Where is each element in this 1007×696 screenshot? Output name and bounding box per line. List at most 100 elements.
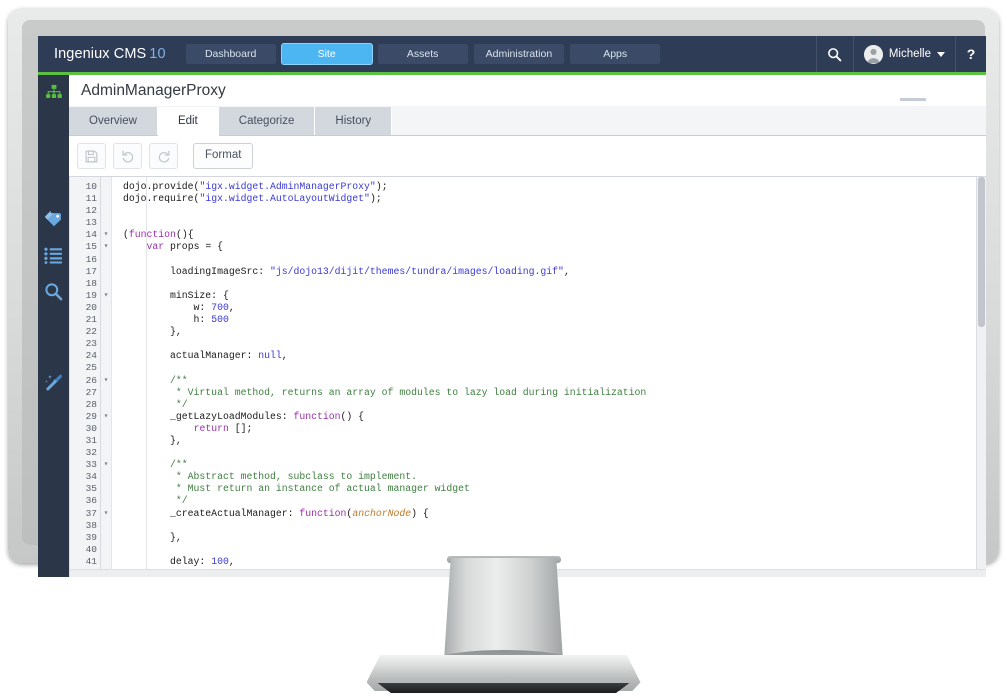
sidebar-item-list[interactable] — [38, 237, 69, 273]
tab-overview[interactable]: Overview — [69, 107, 158, 135]
code-line: dojo.provide("igx.widget.AdminManagerPro… — [123, 181, 986, 193]
code-token: minSize: { — [123, 289, 229, 301]
code-fold-gutter[interactable]: ▾ ▾ ▾ ▾ ▾ ▾ ▾ — [101, 177, 112, 577]
code-token: ); — [369, 193, 382, 205]
tab-edit[interactable]: Edit — [157, 107, 219, 136]
code-line: return []; — [123, 423, 986, 435]
line-number: 10 — [85, 181, 97, 192]
nav-tab-administration[interactable]: Administration — [473, 44, 565, 64]
nav-tab-dashboard[interactable]: Dashboard — [185, 44, 276, 64]
code-token: , — [281, 350, 288, 362]
code-token: delay: — [123, 555, 212, 567]
fold-toggle-icon[interactable]: ▾ — [101, 508, 111, 520]
sidebar-item-sitemap[interactable] — [38, 75, 69, 111]
fold-toggle-icon[interactable]: ▾ — [101, 375, 111, 387]
code-token: (){ — [175, 229, 194, 241]
main-nav: Dashboard Site Assets Administration App… — [185, 44, 661, 64]
code-content[interactable]: dojo.provide("igx.widget.AdminManagerPro… — [112, 177, 986, 577]
fold-toggle-icon[interactable]: ▾ — [101, 241, 111, 253]
code-line: }, — [123, 532, 986, 544]
line-number: 32 — [85, 447, 97, 459]
help-button[interactable]: ? — [956, 36, 986, 72]
code-token: function — [299, 507, 347, 519]
brand-version: 10 — [149, 46, 166, 62]
code-token: dojo.require( — [123, 193, 200, 205]
line-number: 39 — [85, 531, 97, 543]
fold-toggle-icon[interactable]: ▾ — [101, 411, 111, 423]
code-line: }, — [123, 326, 986, 338]
line-number: 35 — [85, 483, 97, 495]
code-token: }, — [123, 531, 182, 543]
line-number: 38 — [85, 519, 97, 531]
format-button[interactable]: Format — [193, 143, 254, 169]
code-token: null — [258, 350, 282, 362]
code-line: * Virtual method, returns an array of mo… — [123, 387, 986, 399]
line-number: 23 — [85, 338, 97, 350]
sidebar-item-search[interactable] — [38, 273, 69, 309]
fold-toggle-icon[interactable]: ▾ — [101, 459, 111, 471]
code-token: ) { — [411, 507, 429, 519]
save-icon[interactable] — [77, 143, 106, 169]
line-number: 31 — [85, 434, 97, 446]
code-token: actualManager: — [123, 350, 259, 362]
undo-icon[interactable] — [113, 143, 142, 169]
fold-toggle-icon[interactable]: ▾ — [101, 229, 111, 241]
code-token: 700 — [211, 301, 229, 313]
avatar — [863, 44, 883, 64]
code-token: w: — [123, 301, 212, 313]
editor-vertical-scrollbar[interactable] — [976, 177, 986, 577]
tab-history[interactable]: History — [315, 107, 393, 135]
line-number: 33 — [85, 459, 97, 471]
sidebar-item-tags[interactable] — [38, 201, 69, 237]
sidebar-item-magic-wand[interactable] — [38, 365, 69, 401]
code-token: * Must return an instance of actual mana… — [123, 483, 470, 495]
code-line: /** — [123, 459, 986, 471]
nav-tab-site[interactable]: Site — [281, 44, 372, 64]
code-token: return — [193, 422, 229, 434]
code-token: 500 — [211, 314, 229, 326]
line-number: 20 — [85, 301, 97, 313]
nav-tab-apps[interactable]: Apps — [570, 44, 661, 64]
code-token: "igx.widget.AdminManagerProxy" — [199, 181, 376, 192]
app-header: Ingeniux CMS 10 Dashboard Site Assets Adm… — [38, 36, 986, 72]
line-number: 36 — [85, 495, 97, 507]
page-title: AdminManagerProxy — [81, 81, 226, 99]
code-token: function — [293, 410, 341, 422]
document-tabs: Overview Edit Categorize History — [69, 106, 986, 136]
search-icon[interactable] — [817, 36, 853, 72]
tab-categorize[interactable]: Categorize — [218, 107, 316, 135]
chevron-down-icon — [937, 51, 945, 57]
user-menu[interactable]: Michelle — [854, 36, 955, 72]
screen: Ingeniux CMS 10 Dashboard Site Assets Adm… — [38, 36, 986, 577]
code-token: _createActualManager: — [123, 507, 300, 519]
code-line: _getLazyLoadModules: function() { — [123, 411, 986, 423]
code-line: * Abstract method, subclass to implement… — [123, 471, 986, 483]
nav-tab-assets[interactable]: Assets — [377, 44, 468, 64]
redo-icon[interactable] — [149, 143, 178, 169]
code-line: */ — [123, 399, 986, 411]
fold-toggle-icon[interactable]: ▾ — [101, 290, 111, 302]
line-number: 27 — [85, 386, 97, 398]
line-number: 28 — [85, 398, 97, 410]
code-token: ); — [375, 181, 388, 192]
code-editor[interactable]: 10 11 12 13 14 15 16 17 18 19 20 21 22 23 24 25 26 27 28 29… — [69, 177, 986, 577]
user-name: Michelle — [888, 48, 931, 60]
indent-guide — [146, 177, 147, 577]
line-number: 11 — [85, 193, 97, 205]
scrollbar-thumb[interactable] — [978, 177, 985, 327]
code-token: _getLazyLoadModules: — [123, 410, 294, 422]
line-number: 21 — [85, 314, 97, 326]
code-token: 100 — [211, 555, 229, 567]
